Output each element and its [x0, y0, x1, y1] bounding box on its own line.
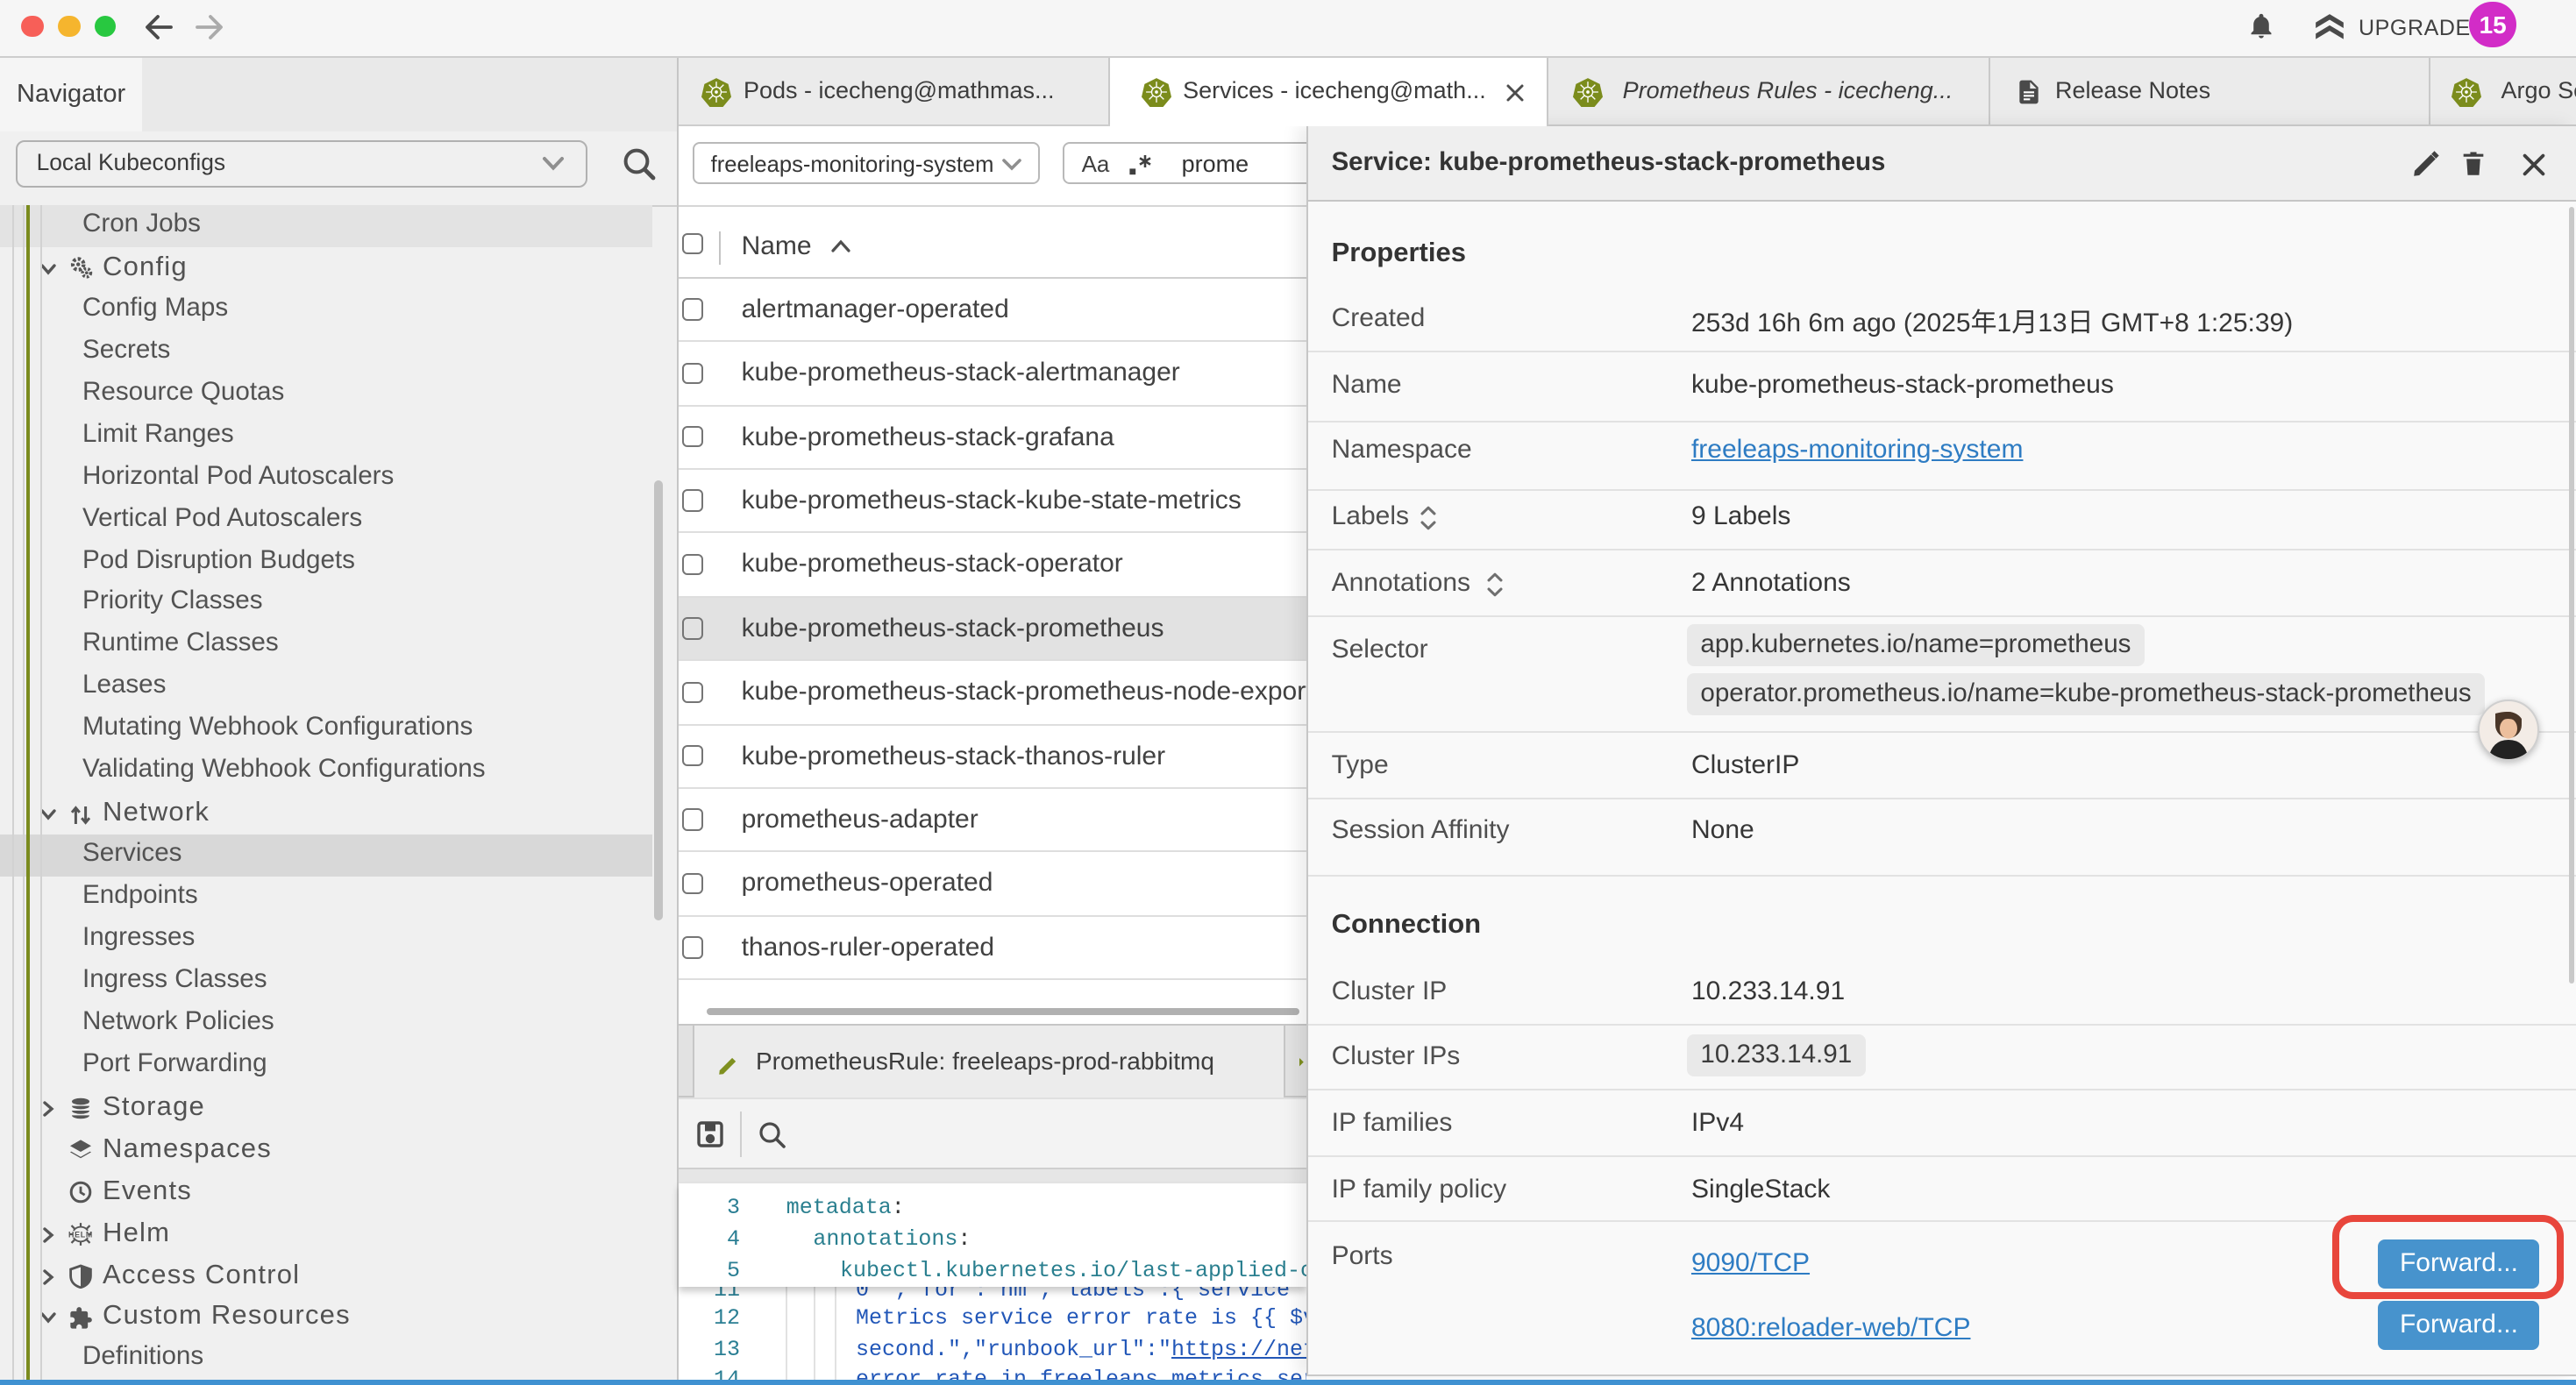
- svg-text:HELM: HELM: [68, 1230, 92, 1239]
